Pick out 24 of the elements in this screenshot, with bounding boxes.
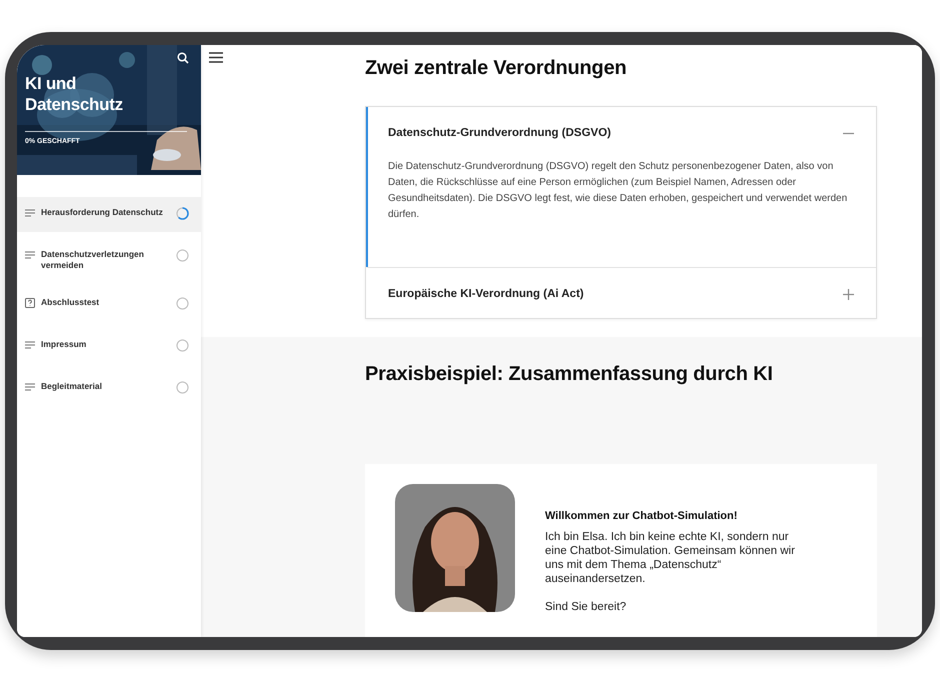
accordion-header[interactable]: Europäische KI-Verordnung (Ai Act) [388,288,854,300]
nav-item[interactable]: Impressum [17,330,201,364]
course-title: KI und Datenschutz [25,73,124,115]
chat-message: Ich bin Elsa. Ich bin keine echte KI, sondern nur eine Chatbot-Simulation. Gemeinsam können wir uns mit dem Thema „Datenschutz“ auseinandersetzen. [545,530,796,586]
nav-item[interactable]: Datenschutzverletzungen vermeiden [17,240,201,280]
nav-item[interactable]: Begleitmaterial [17,372,201,406]
accordion-title: Europäische KI-Verordnung (Ai Act) [388,288,584,300]
accordion-text: Die Datenschutz-Grundverordnung (DSGVO) regelt den Schutz personenbezogener Daten, also von Daten, die Rückschlüsse auf eine Person ermöglichen (zum Beispiel Namen, Adressen oder Gesundheitsdaten). Die DSGVO legt fest, wie diese Daten erhoben, gespeichert und verwendet werden dürfen. [388,160,848,222]
chat-title: Willkommen zur Chatbot-Simulation! [545,510,738,522]
question-icon [25,298,35,308]
accordion-title: Datenschutz-Grundverordnung (DSGVO) [388,127,611,139]
chat-message: Sind Sie bereit? [545,600,628,614]
menu-icon[interactable] [209,52,223,63]
lines-icon [25,251,35,259]
nav-item[interactable]: Abschlusstest [17,288,201,322]
nav-item[interactable]: Herausforderung Datenschutz [17,197,201,232]
lines-icon [25,209,35,217]
search-icon[interactable] [177,52,189,64]
section-heading: Praxisbeispiel: Zusammenfassung durch KI [365,363,774,386]
section-heading: Zwei zentrale Verordnungen [365,57,628,80]
lines-icon [25,383,35,391]
accordion-header[interactable]: Datenschutz-Grundverordnung (DSGVO) [388,127,854,139]
plus-icon [843,288,854,300]
lines-icon [25,341,35,349]
